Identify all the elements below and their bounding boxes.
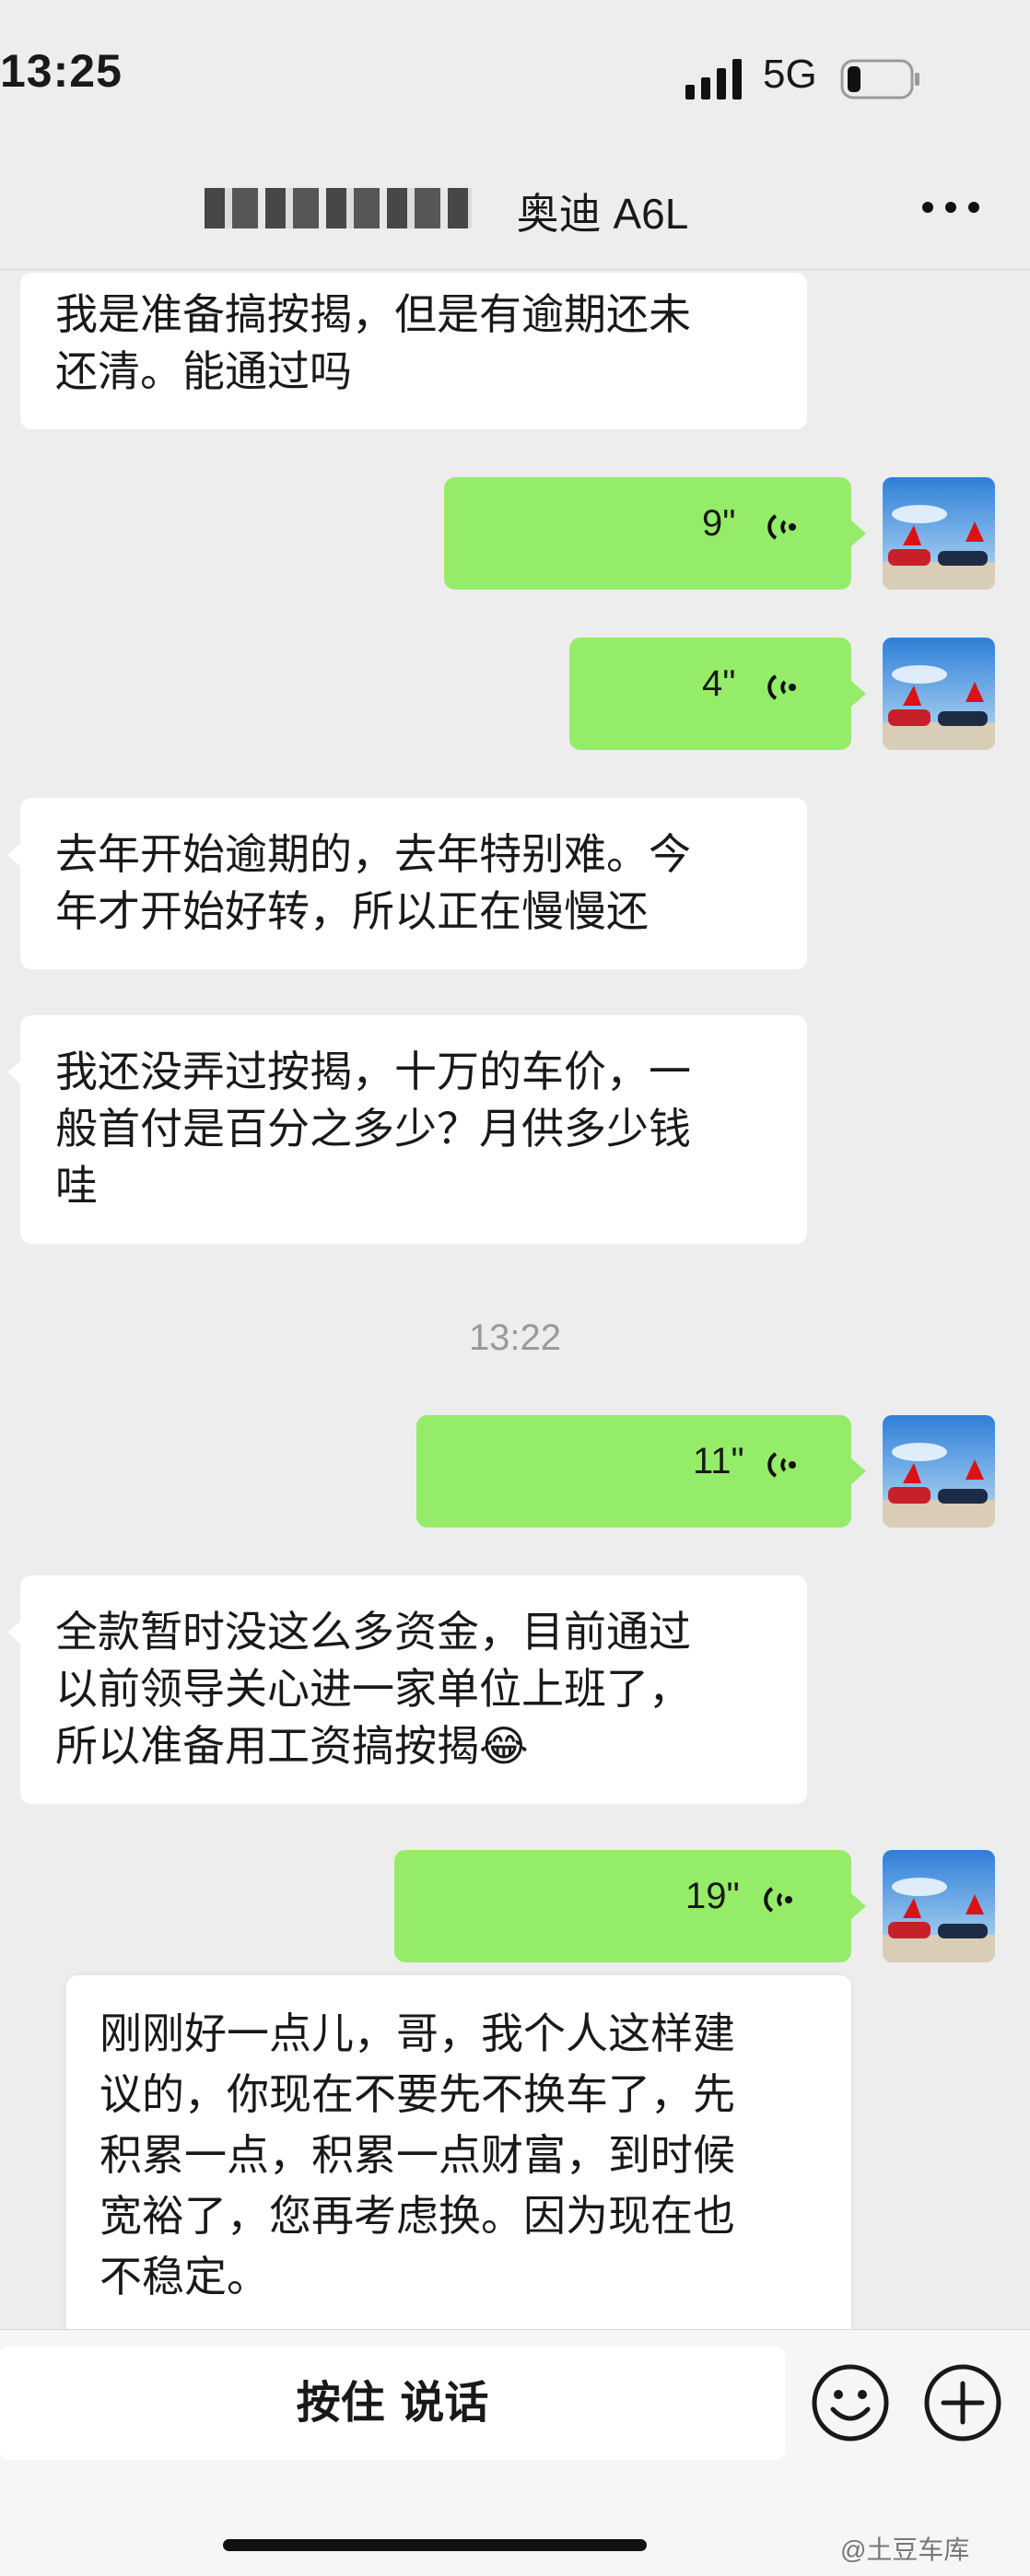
message-line: 所以准备用工资搞按揭😂 bbox=[55, 1721, 529, 1771]
bubble-tail bbox=[851, 1893, 866, 1919]
message-line: 以前领导关心进一家单位上班了， bbox=[55, 1664, 691, 1714]
voice-duration: 11" bbox=[693, 1441, 744, 1481]
avatar-image bbox=[883, 477, 995, 590]
user-avatar[interactable] bbox=[883, 477, 995, 590]
message-line: 年才开始好转，所以正在慢慢还 bbox=[55, 886, 649, 936]
message-line: 刚刚好一点儿，哥，我个人这样建 bbox=[99, 2008, 735, 2058]
home-indicator[interactable] bbox=[223, 2539, 647, 2551]
voice-duration: 9" bbox=[702, 503, 736, 544]
voice-duration: 4" bbox=[702, 663, 736, 704]
bubble-tail bbox=[851, 681, 866, 707]
incoming-text-bubble[interactable]: 全款暂时没这么多资金，目前通过 以前领导关心进一家单位上班了， 所以准备用工资搞… bbox=[20, 1575, 807, 1804]
emoji-icon[interactable] bbox=[811, 2363, 890, 2442]
bubble-tail bbox=[851, 521, 866, 546]
user-avatar[interactable] bbox=[883, 1850, 995, 1962]
chat-title[interactable]: 奥迪 A6L bbox=[0, 181, 1030, 241]
voice-wave-icon bbox=[767, 514, 796, 540]
user-avatar[interactable] bbox=[883, 1415, 995, 1528]
message-line: 去年开始逾期的，去年特别难。今 bbox=[55, 829, 691, 879]
bubble-tail bbox=[851, 1458, 866, 1484]
chat-timestamp: 13:22 bbox=[468, 1317, 562, 1358]
message-line: 议的，你现在不要先不换车了，先 bbox=[99, 2069, 735, 2119]
message-line: 哇 bbox=[55, 1161, 98, 1211]
incoming-text-bubble[interactable]: 我是准备搞按揭，但是有逾期还未 还清。能通过吗 bbox=[20, 273, 807, 429]
message-line: 还清。能通过吗 bbox=[55, 346, 352, 396]
status-time: 13:25 bbox=[0, 45, 123, 97]
avatar-image bbox=[883, 638, 995, 750]
outgoing-voice-bubble[interactable]: 4" bbox=[569, 638, 851, 750]
outgoing-voice-bubble[interactable]: 11" bbox=[416, 1415, 851, 1528]
incoming-text-bubble[interactable]: 刚刚好一点儿，哥，我个人这样建 议的，你现在不要先不换车了，先 积累一点，积累一… bbox=[66, 1975, 851, 2344]
incoming-text-bubble[interactable]: 我还没弄过按揭，十万的车价，一 般首付是百分之多少？月供多少钱 哇 bbox=[20, 1015, 807, 1244]
more-icon[interactable] bbox=[921, 201, 980, 214]
message-line: 我是准备搞按揭，但是有逾期还未 bbox=[55, 289, 691, 339]
voice-wave-icon bbox=[764, 1887, 792, 1913]
hold-to-talk-button[interactable]: 按住 说话 bbox=[0, 2346, 785, 2460]
avatar-image bbox=[883, 1415, 995, 1528]
message-line: 宽裕了，您再考虑换。因为现在也 bbox=[99, 2191, 735, 2241]
network-type: 5G bbox=[763, 52, 817, 97]
message-line: 我还没弄过按揭，十万的车价，一 bbox=[55, 1047, 691, 1096]
user-avatar[interactable] bbox=[883, 638, 995, 750]
voice-duration: 19" bbox=[685, 1876, 740, 1916]
message-line: 全款暂时没这么多资金，目前通过 bbox=[55, 1607, 691, 1657]
battery-icon bbox=[840, 59, 919, 100]
avatar-image bbox=[883, 1850, 995, 1962]
watermark: @土豆车库 bbox=[840, 2535, 970, 2564]
voice-wave-icon bbox=[767, 1452, 796, 1478]
outgoing-voice-bubble[interactable]: 9" bbox=[444, 477, 851, 590]
message-line: 积累一点，积累一点财富，到时候 bbox=[99, 2130, 735, 2180]
message-line: 不稳定。 bbox=[99, 2252, 269, 2301]
nav-divider bbox=[0, 269, 1030, 270]
voice-wave-icon bbox=[767, 674, 796, 700]
signal-bars-icon bbox=[685, 59, 742, 100]
outgoing-voice-bubble[interactable]: 19" bbox=[394, 1850, 851, 1962]
plus-icon[interactable] bbox=[923, 2363, 1002, 2442]
incoming-text-bubble[interactable]: 去年开始逾期的，去年特别难。今 年才开始好转，所以正在慢慢还 bbox=[20, 798, 807, 969]
message-line: 般首付是百分之多少？月供多少钱 bbox=[55, 1104, 691, 1153]
